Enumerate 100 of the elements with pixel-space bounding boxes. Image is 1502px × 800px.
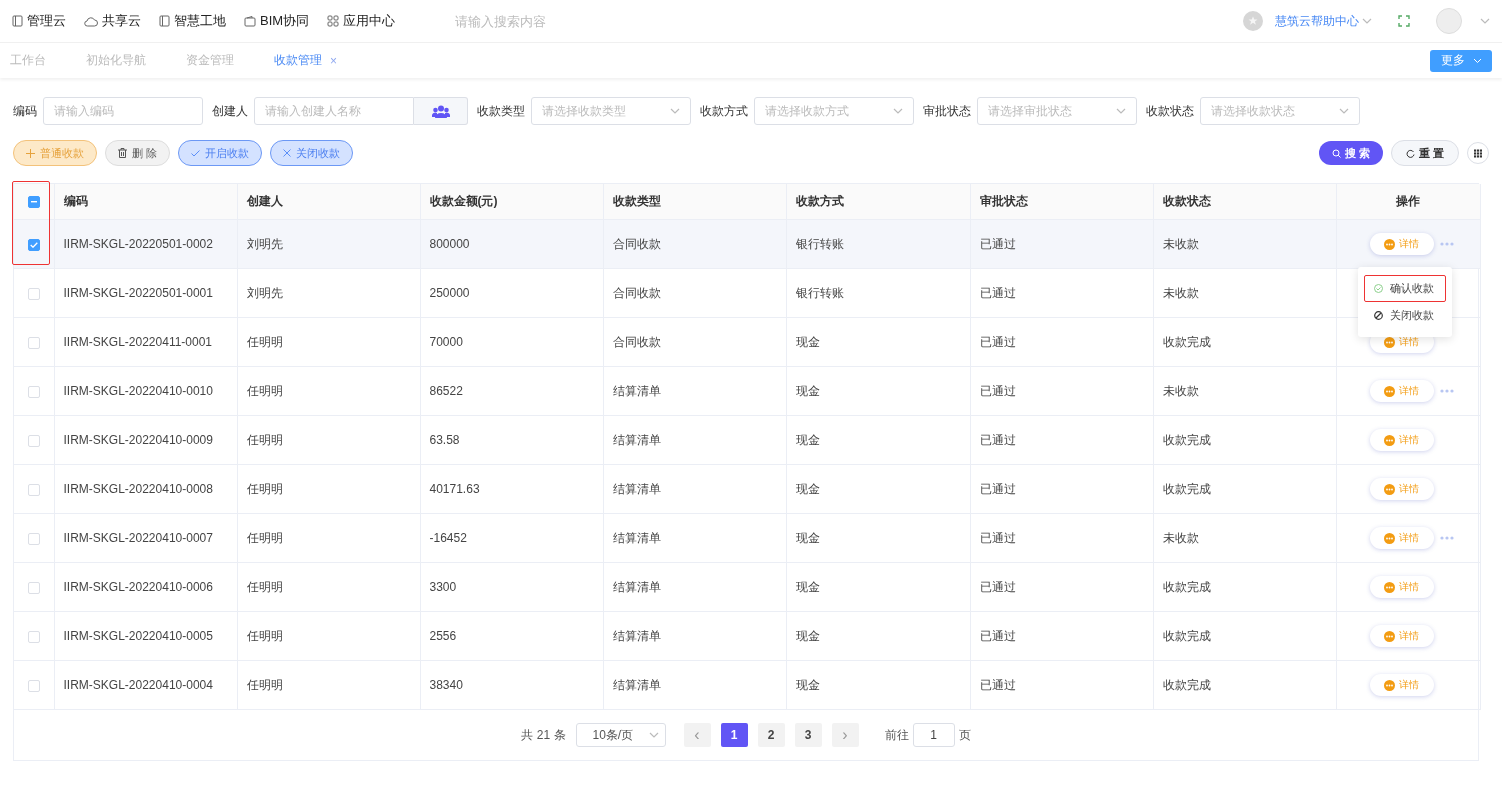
menu-item[interactable]: 确认收款	[1364, 275, 1446, 302]
action-button[interactable]: 开启收款	[178, 140, 263, 166]
filter-field[interactable]: 请输入创建人名称	[254, 97, 414, 125]
more-icon	[1384, 581, 1395, 593]
table-cell: 现金	[786, 317, 970, 367]
table-cell: 任明明	[237, 611, 420, 661]
table-cell: 已通过	[970, 562, 1153, 612]
table-cell: 现金	[786, 562, 970, 612]
chevron-down-icon	[1116, 108, 1126, 114]
page-suffix: 页	[958, 726, 971, 744]
filter-field[interactable]: 请输入编码	[43, 97, 203, 125]
nav-item[interactable]: 共享云	[84, 12, 141, 30]
filter-label: 收款类型	[477, 103, 525, 119]
ellipsis-icon[interactable]	[1439, 536, 1454, 540]
table-cell: 已通过	[970, 219, 1153, 269]
search-icon	[1331, 148, 1341, 158]
more-icon	[1384, 630, 1395, 642]
wallet-icon	[244, 15, 256, 27]
page-size-select[interactable]: 10条/页	[575, 723, 666, 747]
table-cell: 结算清单	[603, 513, 786, 563]
details-button[interactable]: 详情	[1369, 527, 1434, 549]
help-center-link[interactable]: 慧筑云帮助中心	[1275, 12, 1372, 30]
page-button[interactable]: 3	[794, 723, 822, 747]
table-cell: 结算清单	[603, 562, 786, 612]
fullscreen-icon[interactable]	[1398, 15, 1410, 27]
columns-button[interactable]	[1467, 142, 1489, 164]
filter-select[interactable]: 请选择审批状态	[977, 97, 1137, 125]
more-icon	[1384, 434, 1395, 446]
table-cell: 86522	[420, 366, 603, 416]
details-button[interactable]: 详情	[1369, 380, 1434, 402]
tab[interactable]: 工作台	[10, 52, 46, 69]
table-cell: 任明明	[237, 464, 420, 514]
table-cell: IIRM-SKGL-20220410-0008	[54, 464, 237, 514]
details-button[interactable]: 详情	[1369, 233, 1434, 255]
tab[interactable]: 收款管理 ×	[274, 52, 337, 69]
column-header: 收款类型	[603, 184, 786, 220]
book-icon	[159, 15, 170, 27]
details-button[interactable]: 详情	[1369, 429, 1434, 451]
more-button[interactable]: 更多	[1430, 49, 1492, 72]
prev-page-button[interactable]: ‹	[683, 723, 711, 747]
table-cell: 任明明	[237, 513, 420, 563]
details-button[interactable]: 详情	[1369, 674, 1434, 696]
nav-item[interactable]: 管理云	[12, 12, 66, 30]
details-button[interactable]: 详情	[1369, 478, 1434, 500]
table-cell: 已通过	[970, 611, 1153, 661]
check-icon	[29, 241, 38, 248]
table-cell: 收款完成	[1153, 464, 1336, 514]
column-header: 审批状态	[970, 184, 1153, 220]
table-cell: 38340	[420, 660, 603, 710]
avatar[interactable]	[1436, 8, 1462, 34]
action-button[interactable]: 删 除	[105, 140, 171, 166]
table-cell: 未收款	[1153, 366, 1336, 416]
tab[interactable]: 资金管理	[186, 52, 234, 69]
filter-select[interactable]: 请选择收款方式	[754, 97, 914, 125]
table-cell: 未收款	[1153, 513, 1336, 563]
check-icon	[191, 149, 201, 157]
table-cell: 任明明	[237, 562, 420, 612]
reset-button[interactable]: 重 置	[1390, 140, 1459, 166]
chevron-down-icon	[1472, 57, 1482, 64]
nav-item[interactable]: 智慧工地	[159, 12, 226, 30]
table-cell: 已通过	[970, 317, 1153, 367]
table-cell: 收款完成	[1153, 611, 1336, 661]
table-cell: 现金	[786, 513, 970, 563]
chevron-down-icon	[1339, 108, 1349, 114]
select-all-checkbox[interactable]	[27, 196, 40, 209]
people-picker-button[interactable]	[414, 97, 468, 125]
action-button[interactable]: 关闭收款	[270, 140, 354, 166]
table-cell: 现金	[786, 660, 970, 710]
trash-icon	[118, 148, 127, 158]
details-button[interactable]: 详情	[1369, 576, 1434, 598]
ellipsis-icon[interactable]	[1439, 242, 1454, 246]
page-button[interactable]: 1	[720, 723, 748, 747]
action-button[interactable]: 普通收款	[13, 140, 97, 166]
goto-page-field[interactable]: 1	[912, 723, 955, 747]
table-cell: 未收款	[1153, 219, 1336, 269]
filter-select[interactable]: 请选择收款状态	[1200, 97, 1360, 125]
ellipsis-icon[interactable]	[1439, 389, 1454, 393]
filter-label: 收款状态	[1146, 103, 1194, 119]
next-page-button[interactable]: ›	[831, 723, 859, 747]
menu-item[interactable]: 关闭收款	[1364, 302, 1446, 329]
table-cell: IIRM-SKGL-20220410-0009	[54, 415, 237, 465]
nav-item[interactable]: BIM协同	[244, 12, 310, 30]
more-icon	[1384, 385, 1395, 397]
page-button[interactable]: 2	[757, 723, 785, 747]
more-icon	[1384, 532, 1395, 544]
column-header: 编码	[54, 184, 237, 220]
chevron-down-icon	[1362, 18, 1372, 24]
nav-item[interactable]: 应用中心	[327, 12, 396, 30]
column-header: 收款方式	[786, 184, 970, 220]
table-cell: IIRM-SKGL-20220410-0010	[54, 366, 237, 416]
row-checkbox[interactable]	[27, 238, 40, 251]
refresh-icon	[1405, 148, 1415, 158]
close-icon[interactable]: ×	[330, 53, 337, 68]
tab[interactable]: 初始化导航	[86, 52, 146, 69]
search-button[interactable]: 搜 索	[1318, 141, 1383, 165]
table-cell: IIRM-SKGL-20220410-0004	[54, 660, 237, 710]
details-button[interactable]: 详情	[1369, 625, 1434, 647]
filter-select[interactable]: 请选择收款类型	[531, 97, 691, 125]
grid-icon	[1474, 148, 1482, 158]
people-icon	[431, 104, 450, 118]
